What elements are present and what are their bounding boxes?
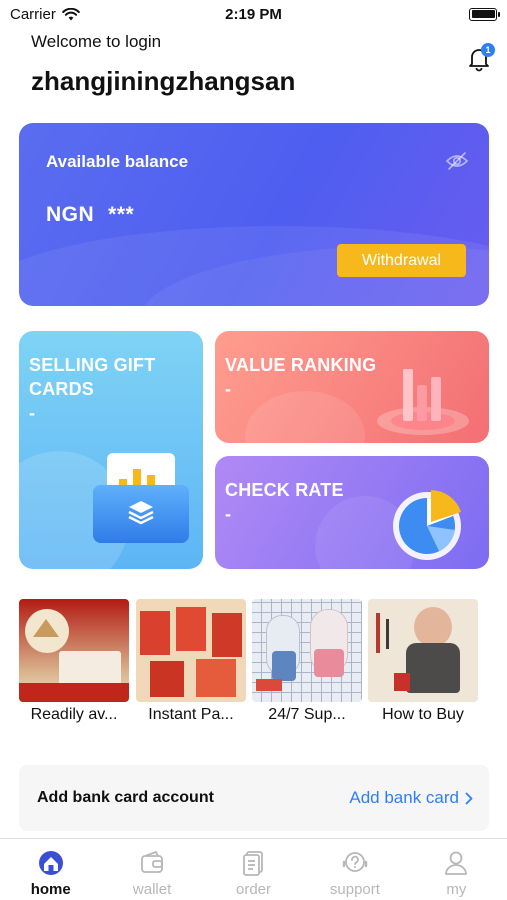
tab-wallet[interactable]: wallet — [101, 839, 202, 900]
add-bank-card-row[interactable]: Add bank card account Add bank card — [19, 765, 489, 831]
tab-support[interactable]: support — [304, 839, 405, 900]
wallet-icon — [141, 850, 164, 873]
gift-card-icon — [93, 453, 189, 543]
how-to-buy-thumbnail — [368, 599, 478, 702]
feature-item-readily[interactable]: Readily av... — [19, 599, 129, 724]
instant-label: Instant Pa... — [148, 706, 234, 723]
balance-card: Available balance NGN *** Withdrawal — [19, 123, 489, 306]
tab-bar: home wallet order support my — [0, 838, 507, 900]
chevron-right-icon — [465, 792, 473, 804]
order-icon — [242, 851, 263, 876]
tab-my[interactable]: my — [406, 839, 507, 900]
balance-title: Available balance — [46, 152, 189, 171]
feature-item-instant[interactable]: Instant Pa... — [136, 599, 246, 724]
gift-tile-title: SELLING GIFT CARDS - — [29, 355, 156, 423]
username: zhangjiningzhangsan — [31, 66, 296, 96]
bar-chart-icon — [377, 369, 469, 435]
status-left: Carrier — [10, 6, 80, 23]
eye-slash-icon[interactable] — [445, 150, 469, 172]
add-bank-card-link[interactable]: Add bank card — [349, 788, 473, 808]
support-icon — [342, 852, 368, 872]
feature-item-support[interactable]: 24/7 Sup... — [252, 599, 362, 724]
support-label: 24/7 Sup... — [268, 706, 346, 723]
how-to-buy-label: How to Buy — [382, 706, 464, 723]
home-icon — [38, 851, 63, 875]
tab-home[interactable]: home — [0, 839, 101, 900]
instant-thumbnail — [136, 599, 246, 702]
readily-thumbnail — [19, 599, 129, 702]
person-icon — [445, 851, 468, 875]
currency-label: NGN — [46, 203, 95, 226]
masked-amount: *** — [108, 203, 135, 226]
notification-badge: 1 — [481, 43, 495, 57]
carrier-label: Carrier — [10, 5, 56, 23]
tab-order[interactable]: order — [203, 839, 304, 900]
rate-tile-title: CHECK RATE - — [225, 480, 344, 524]
balance-amount: NGN *** — [46, 203, 134, 227]
withdrawal-button[interactable]: Withdrawal — [337, 244, 466, 277]
rank-tile-title: VALUE RANKING - — [225, 355, 377, 399]
status-bar: Carrier 2:19 PM — [0, 0, 507, 28]
check-rate-tile[interactable]: CHECK RATE - — [215, 456, 489, 569]
value-ranking-tile[interactable]: VALUE RANKING - — [215, 331, 489, 443]
feature-thumbnails: Readily av... Instant Pa... 24/7 Sup... — [19, 599, 489, 729]
wifi-icon — [62, 7, 80, 20]
battery-icon — [469, 7, 500, 21]
support-thumbnail — [252, 599, 362, 702]
pie-chart-icon — [393, 490, 461, 560]
selling-gift-cards-tile[interactable]: SELLING GIFT CARDS - — [19, 331, 203, 569]
feature-item-how-to-buy[interactable]: How to Buy — [368, 599, 478, 724]
bank-card-label: Add bank card account — [37, 789, 214, 806]
readily-label: Readily av... — [30, 706, 118, 723]
welcome-text: Welcome to login — [31, 32, 162, 51]
